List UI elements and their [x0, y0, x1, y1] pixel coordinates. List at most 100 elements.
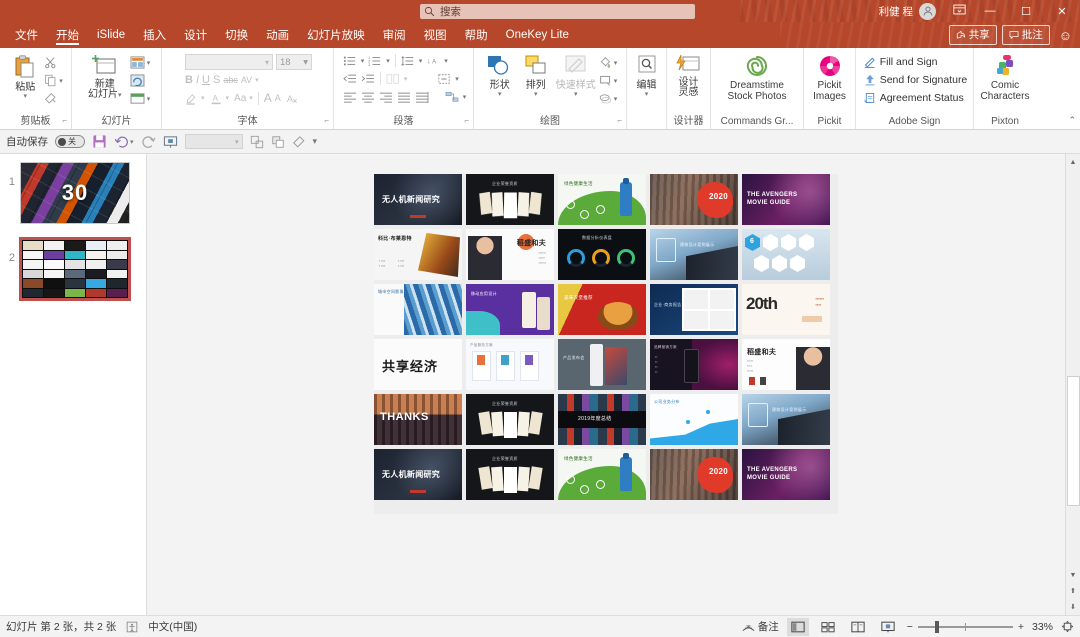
decrease-indent-icon[interactable]	[342, 73, 357, 85]
language-indicator[interactable]: 中文(中国)	[148, 619, 197, 634]
minimize-button[interactable]: —	[972, 0, 1008, 22]
italic-button[interactable]: I	[196, 74, 199, 86]
section-button[interactable]: ▾	[130, 90, 151, 107]
slide-sorter-icon[interactable]	[817, 618, 839, 636]
group-objects-icon[interactable]	[250, 135, 264, 149]
mini-slide[interactable]: 稻盛和夫 ▪▪▪▪▪▪ ▪▪▪▪▪ ▪▪▪▪▪▪	[466, 229, 554, 280]
zoom-out-button[interactable]: −	[907, 621, 913, 633]
mini-slide[interactable]: 科比·布莱恩特 ▪ ▪▪▪ ▪ ▪▪▪ ▪ ▪▪▪ ▪ ▪▪▪	[374, 229, 462, 280]
shape-outline-button[interactable]: ▾	[599, 72, 617, 89]
character-spacing-caret-icon[interactable]: ▾	[255, 76, 259, 84]
mini-slide[interactable]: 移动应用设计	[466, 284, 554, 335]
edit-caret-icon[interactable]: ▾	[645, 91, 649, 98]
mini-slide[interactable]: 无人机新闻研究	[374, 174, 462, 225]
line-spacing-icon[interactable]	[401, 55, 415, 67]
slide-thumbnail-1[interactable]: 30	[20, 162, 130, 224]
paste-dropdown-caret-icon[interactable]: ▾	[23, 93, 27, 100]
notes-button[interactable]: 备注	[742, 619, 779, 634]
slide-thumbnail-2[interactable]	[19, 237, 131, 301]
save-icon[interactable]	[92, 134, 107, 149]
mini-slide[interactable]: 绿色健康生活	[558, 174, 646, 225]
current-slide-canvas[interactable]: 无人机新闻研究 企业荣誉资质 绿色健康生活 2020 THE AVENGERS …	[374, 174, 838, 514]
layout-button[interactable]: ▾	[130, 54, 150, 71]
tab-home[interactable]: 开始	[47, 22, 88, 48]
mini-slide[interactable]: 产品发布会	[558, 339, 646, 390]
mini-slide[interactable]: 6	[742, 229, 830, 280]
tab-review[interactable]: 审阅	[374, 22, 415, 48]
mini-slide[interactable]: 2020	[650, 449, 738, 500]
new-slide-button[interactable]: 新建 幻灯片▾	[83, 52, 127, 100]
mini-slide[interactable]: 企业荣誉资质	[466, 394, 554, 445]
format-painter-button[interactable]	[44, 90, 63, 107]
mini-slide[interactable]: 无人机新闻研究	[374, 449, 462, 500]
avatar[interactable]	[919, 2, 936, 20]
shape-fill-caret-icon[interactable]: ▾	[614, 59, 618, 67]
tab-islide[interactable]: iSlide	[88, 22, 134, 48]
shapes-button[interactable]: 形状 ▾	[483, 52, 517, 98]
reading-view-icon[interactable]	[847, 618, 869, 636]
quick-styles-caret-icon[interactable]: ▾	[574, 91, 578, 98]
character-spacing-button[interactable]: AV	[241, 75, 252, 85]
bold-button[interactable]: B	[185, 74, 193, 86]
paragraph-dialog-launcher[interactable]: ⌐	[464, 114, 469, 128]
justify-icon[interactable]	[397, 91, 411, 103]
mini-slide[interactable]: 共享经济	[374, 339, 462, 390]
autosave-toggle[interactable]: 关	[55, 135, 85, 148]
section-caret-icon[interactable]: ▾	[147, 95, 151, 103]
mini-slide[interactable]: THE AVENGERS MOVIE GUIDE	[742, 449, 830, 500]
bullets-icon[interactable]	[343, 55, 357, 67]
clear-formatting-icon[interactable]: A	[286, 92, 299, 105]
mini-slide[interactable]: 美味汉堡推荐	[558, 284, 646, 335]
pickit-images-button[interactable]: Pickit Images	[806, 52, 854, 102]
next-slide-button[interactable]: ⬇	[1066, 599, 1080, 615]
mini-slide[interactable]: 品牌营销方案 ▪▪ ▪▪ ▪▪ ▪▪	[650, 339, 738, 390]
tab-onekey-lite[interactable]: OneKey Lite	[497, 22, 578, 48]
close-button[interactable]: ✕	[1044, 0, 1080, 22]
edit-button[interactable]: 编辑 ▾	[629, 52, 665, 98]
zoom-slider[interactable]: − +	[907, 620, 1024, 633]
design-ideas-button[interactable]: 设计 灵感	[669, 52, 709, 98]
change-case-button[interactable]: Aa	[234, 93, 246, 104]
mini-slide[interactable]: 建筑设计案例展示	[650, 229, 738, 280]
font-size-combo[interactable]: 18 ▾	[276, 54, 312, 70]
redo-icon[interactable]	[141, 135, 156, 149]
grow-font-button[interactable]: A	[264, 91, 272, 105]
bullets-caret-icon[interactable]: ▾	[361, 57, 365, 65]
columns-caret-icon[interactable]: ▾	[404, 75, 408, 83]
qat-combo[interactable]: ▾	[184, 134, 243, 149]
quick-styles-button[interactable]: 快速样式 ▾	[555, 52, 597, 98]
chevron-up-icon[interactable]: ⌃	[1068, 115, 1076, 126]
search-box[interactable]: 搜索	[420, 4, 695, 19]
previous-slide-button[interactable]: ⬆	[1066, 583, 1080, 599]
clipboard-dialog-launcher[interactable]: ⌐	[62, 114, 67, 128]
thumbnail-row-2[interactable]: 2	[4, 237, 142, 301]
font-dialog-launcher[interactable]: ⌐	[324, 114, 329, 128]
font-color-caret-icon[interactable]: ▾	[226, 94, 230, 102]
mini-slide[interactable]: 企业·商务报告	[650, 284, 738, 335]
fill-and-sign-button[interactable]: Fill and Sign	[864, 53, 938, 70]
share-button[interactable]: 共享	[948, 25, 997, 45]
mini-slide[interactable]: 20th ▪▪▪▪▪▪ ▪▪▪▪	[742, 284, 830, 335]
distribute-icon[interactable]	[415, 91, 429, 103]
vertical-scrollbar[interactable]: ▲ ▼ ⬆ ⬇	[1065, 154, 1080, 615]
zoom-track[interactable]	[917, 620, 1013, 633]
strikethrough-button[interactable]: abc	[223, 75, 238, 85]
reset-slide-button[interactable]	[130, 72, 151, 89]
mini-slide[interactable]: 产品服务方案	[466, 339, 554, 390]
mini-slide[interactable]: 2019年度总结	[558, 394, 646, 445]
normal-view-icon[interactable]	[786, 617, 809, 636]
scroll-down-button[interactable]: ▼	[1066, 567, 1080, 583]
shape-effects-caret-icon[interactable]: ▾	[614, 95, 618, 103]
cut-button[interactable]	[44, 54, 63, 71]
fit-to-window-icon[interactable]	[1061, 620, 1074, 633]
zoom-level[interactable]: 33%	[1032, 621, 1053, 633]
slideshow-icon[interactable]	[877, 618, 899, 636]
tab-slideshow[interactable]: 幻灯片放映	[298, 22, 374, 48]
mini-slide[interactable]: 2020	[650, 174, 738, 225]
zoom-handle[interactable]	[934, 620, 939, 633]
shapes-caret-icon[interactable]: ▾	[498, 91, 502, 98]
bring-forward-icon[interactable]	[271, 135, 285, 149]
slide-count[interactable]: 幻灯片 第 2 张，共 2 张	[6, 619, 116, 634]
shape-fill-button[interactable]: ▾	[599, 54, 618, 71]
paste-button[interactable]: 粘贴 ▾	[8, 52, 42, 100]
